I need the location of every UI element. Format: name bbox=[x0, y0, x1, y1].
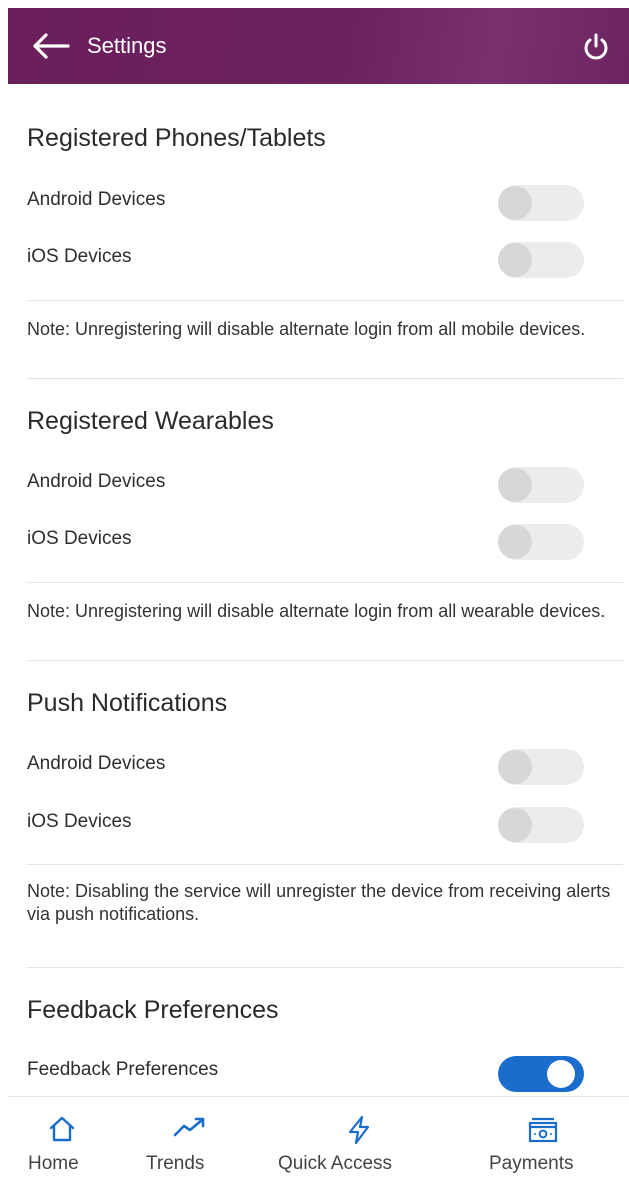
section-title-feedback-preferences: Feedback Preferences bbox=[27, 996, 279, 1024]
toggle-knob bbox=[498, 468, 532, 502]
nav-label-home: Home bbox=[28, 1153, 79, 1174]
row-label-phones-ios: iOS Devices bbox=[27, 246, 132, 267]
toggle-push-android[interactable] bbox=[498, 749, 584, 785]
note-phones: Note: Unregistering will disable alterna… bbox=[27, 319, 586, 339]
lightning-icon bbox=[348, 1115, 370, 1145]
bottom-nav: Home Trends Quick Access Payments bbox=[8, 1096, 629, 1193]
nav-item-quick-access[interactable]: Quick Access bbox=[270, 1097, 450, 1193]
divider bbox=[27, 660, 623, 661]
row-label-phones-android: Android Devices bbox=[27, 189, 166, 210]
toggle-knob bbox=[498, 243, 532, 277]
divider bbox=[27, 300, 623, 301]
divider bbox=[27, 864, 623, 865]
nav-item-home[interactable]: Home bbox=[8, 1097, 122, 1193]
section-title-registered-wearables: Registered Wearables bbox=[27, 407, 274, 435]
back-arrow-icon[interactable] bbox=[32, 32, 72, 60]
toggle-wearables-android[interactable] bbox=[498, 467, 584, 503]
row-label-feedback-preferences: Feedback Preferences bbox=[27, 1059, 219, 1080]
section-title-registered-phones: Registered Phones/Tablets bbox=[27, 124, 326, 152]
note-push: Note: Disabling the service will unregis… bbox=[27, 881, 611, 924]
page-title: Settings bbox=[87, 33, 167, 58]
divider bbox=[27, 967, 623, 968]
nav-label-trends: Trends bbox=[146, 1153, 205, 1174]
toggle-wearables-ios[interactable] bbox=[498, 524, 584, 560]
payments-icon bbox=[528, 1117, 558, 1143]
toggle-knob bbox=[498, 186, 532, 220]
toggle-knob bbox=[498, 750, 532, 784]
nav-item-trends[interactable]: Trends bbox=[134, 1097, 244, 1193]
row-label-wearables-android: Android Devices bbox=[27, 471, 166, 492]
app-header: Settings bbox=[8, 8, 629, 84]
divider bbox=[27, 378, 623, 379]
toggle-phones-android[interactable] bbox=[498, 185, 584, 221]
nav-label-quick-access: Quick Access bbox=[278, 1153, 393, 1174]
power-icon[interactable] bbox=[581, 32, 611, 62]
toggle-knob bbox=[547, 1060, 575, 1088]
toggle-knob bbox=[498, 525, 532, 559]
row-label-wearables-ios: iOS Devices bbox=[27, 528, 132, 549]
nav-item-payments[interactable]: Payments bbox=[480, 1097, 620, 1193]
trends-icon bbox=[173, 1117, 205, 1137]
toggle-knob bbox=[498, 808, 532, 842]
row-label-push-android: Android Devices bbox=[27, 753, 166, 774]
note-wearables: Note: Unregistering will disable alterna… bbox=[27, 601, 606, 621]
toggle-phones-ios[interactable] bbox=[498, 242, 584, 278]
divider bbox=[27, 582, 623, 583]
home-icon bbox=[49, 1116, 75, 1142]
row-label-push-ios: iOS Devices bbox=[27, 811, 132, 832]
nav-label-payments: Payments bbox=[489, 1153, 574, 1174]
toggle-push-ios[interactable] bbox=[498, 807, 584, 843]
section-title-push-notifications: Push Notifications bbox=[27, 689, 228, 717]
toggle-feedback-preferences[interactable] bbox=[498, 1056, 584, 1092]
